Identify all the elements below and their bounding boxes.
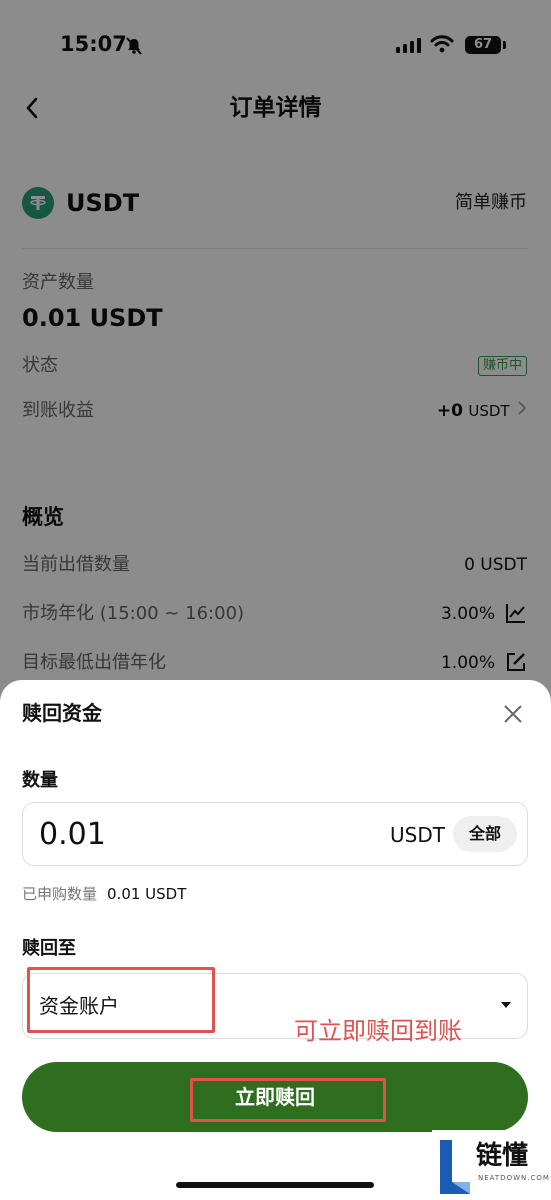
watermark-mark-icon (438, 1138, 472, 1198)
watermark-sub: NEATDOWN.COM (478, 1174, 550, 1182)
highlight-box (190, 1078, 386, 1122)
quantity-input-value: 0.01 (39, 817, 106, 852)
subscribed-label: 已申购数量 (22, 885, 98, 903)
annotation-text: 可立即赎回到账 (294, 1017, 462, 1045)
quantity-field-label: 数量 (22, 770, 58, 791)
subscribed-info: 已申购数量 0.01 USDT (22, 883, 186, 905)
quantity-unit: USDT (390, 823, 445, 847)
order-detail-screen: 15:07 67 订单详情 USDT 简单赚币 资产数量 0.01 USDT 状… (0, 0, 551, 1200)
watermark-name: 链懂 (476, 1141, 529, 1171)
subscribed-value: 0.01 USDT (107, 885, 187, 903)
redeem-sheet: 赎回资金 数量 0.01 USDT 全部 已申购数量 0.01 USDT 赎回至 … (0, 680, 551, 1200)
redeem-to-label: 赎回至 (22, 938, 76, 959)
sheet-title: 赎回资金 (22, 701, 102, 725)
close-icon (504, 705, 522, 723)
quantity-input[interactable]: 0.01 USDT 全部 (22, 802, 528, 866)
home-indicator (176, 1182, 374, 1188)
caret-down-icon (501, 1002, 511, 1008)
highlight-box (27, 967, 215, 1033)
watermark-logo: 链懂 NEATDOWN.COM (432, 1130, 551, 1200)
close-button[interactable] (501, 702, 525, 726)
all-button[interactable]: 全部 (453, 816, 517, 852)
